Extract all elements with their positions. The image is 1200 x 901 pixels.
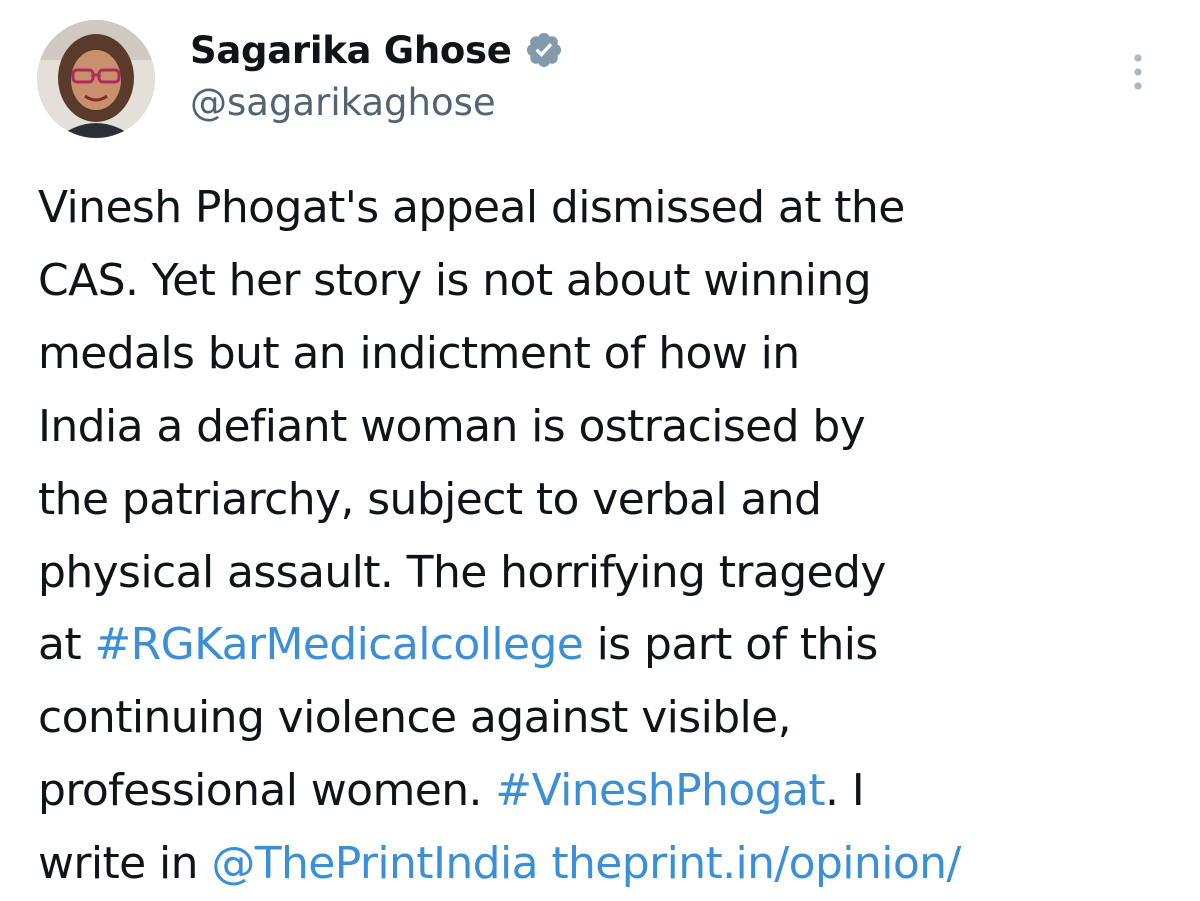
mention-link[interactable]: @ThePrintIndia [211, 838, 538, 889]
tweet-text-segment: continuing violence against visible, [38, 692, 792, 744]
tweet-text-segment: Vinesh Phogat's appeal dismissed at the [38, 182, 905, 233]
tweet-line: CAS. Yet her story is not about winning [38, 245, 1178, 318]
tweet-line: physical assault. The horrifying tragedy [38, 537, 1178, 610]
tweet-text-segment: the patriarchy, subject to verbal and [38, 473, 822, 525]
hashtag-link[interactable]: #RGKarMedicalcollege [94, 619, 583, 670]
avatar-photo [37, 20, 155, 138]
tweet-text-segment: CAS. Yet her story is not about winning [38, 254, 872, 306]
author-display-name[interactable]: Sagarika Ghose [190, 29, 512, 72]
tweet-text-segment: is part of this [583, 619, 879, 671]
tweet-text-segment: India a defiant woman is ostracised by [38, 400, 866, 452]
tweet-line: medals but an indictment of how in [38, 318, 1178, 391]
tweet-text: Vinesh Phogat's appeal dismissed at the C… [38, 172, 1178, 901]
tweet-text-segment: . I [824, 765, 865, 817]
tweet-line: write in @ThePrintIndia theprint.in/opin… [38, 828, 1178, 901]
tweet-text-segment: professional women. [38, 765, 496, 817]
tweet-line: professional women. #VineshPhogat. I [38, 755, 1178, 828]
tweet-line: the patriarchy, subject to verbal and [38, 464, 1178, 537]
tweet-line: continuing violence against visible, [38, 682, 1178, 755]
tweet-text-segment: at [38, 619, 95, 671]
author-name-row: Sagarika Ghose [190, 24, 564, 76]
avatar[interactable] [37, 20, 155, 138]
verified-badge-icon [524, 30, 564, 70]
url-link[interactable]: theprint.in/opinion/ [551, 838, 961, 889]
hashtag-link[interactable]: #VineshPhogat [495, 765, 825, 816]
tweet-line: India a defiant woman is ostracised by [38, 391, 1178, 464]
tweet-text-segment [538, 838, 551, 889]
tweet-line: Vinesh Phogat's appeal dismissed at the [38, 172, 1178, 245]
tweet-text-segment: medals but an indictment of how in [38, 327, 800, 379]
tweet-text-segment: write in [38, 838, 212, 890]
tweet-line: at #RGKarMedicalcollege is part of this [38, 609, 1178, 682]
more-options-icon[interactable] [1124, 48, 1152, 96]
author-handle[interactable]: @sagarikaghose [190, 81, 496, 124]
tweet-text-segment: physical assault. The horrifying tragedy [38, 546, 886, 598]
